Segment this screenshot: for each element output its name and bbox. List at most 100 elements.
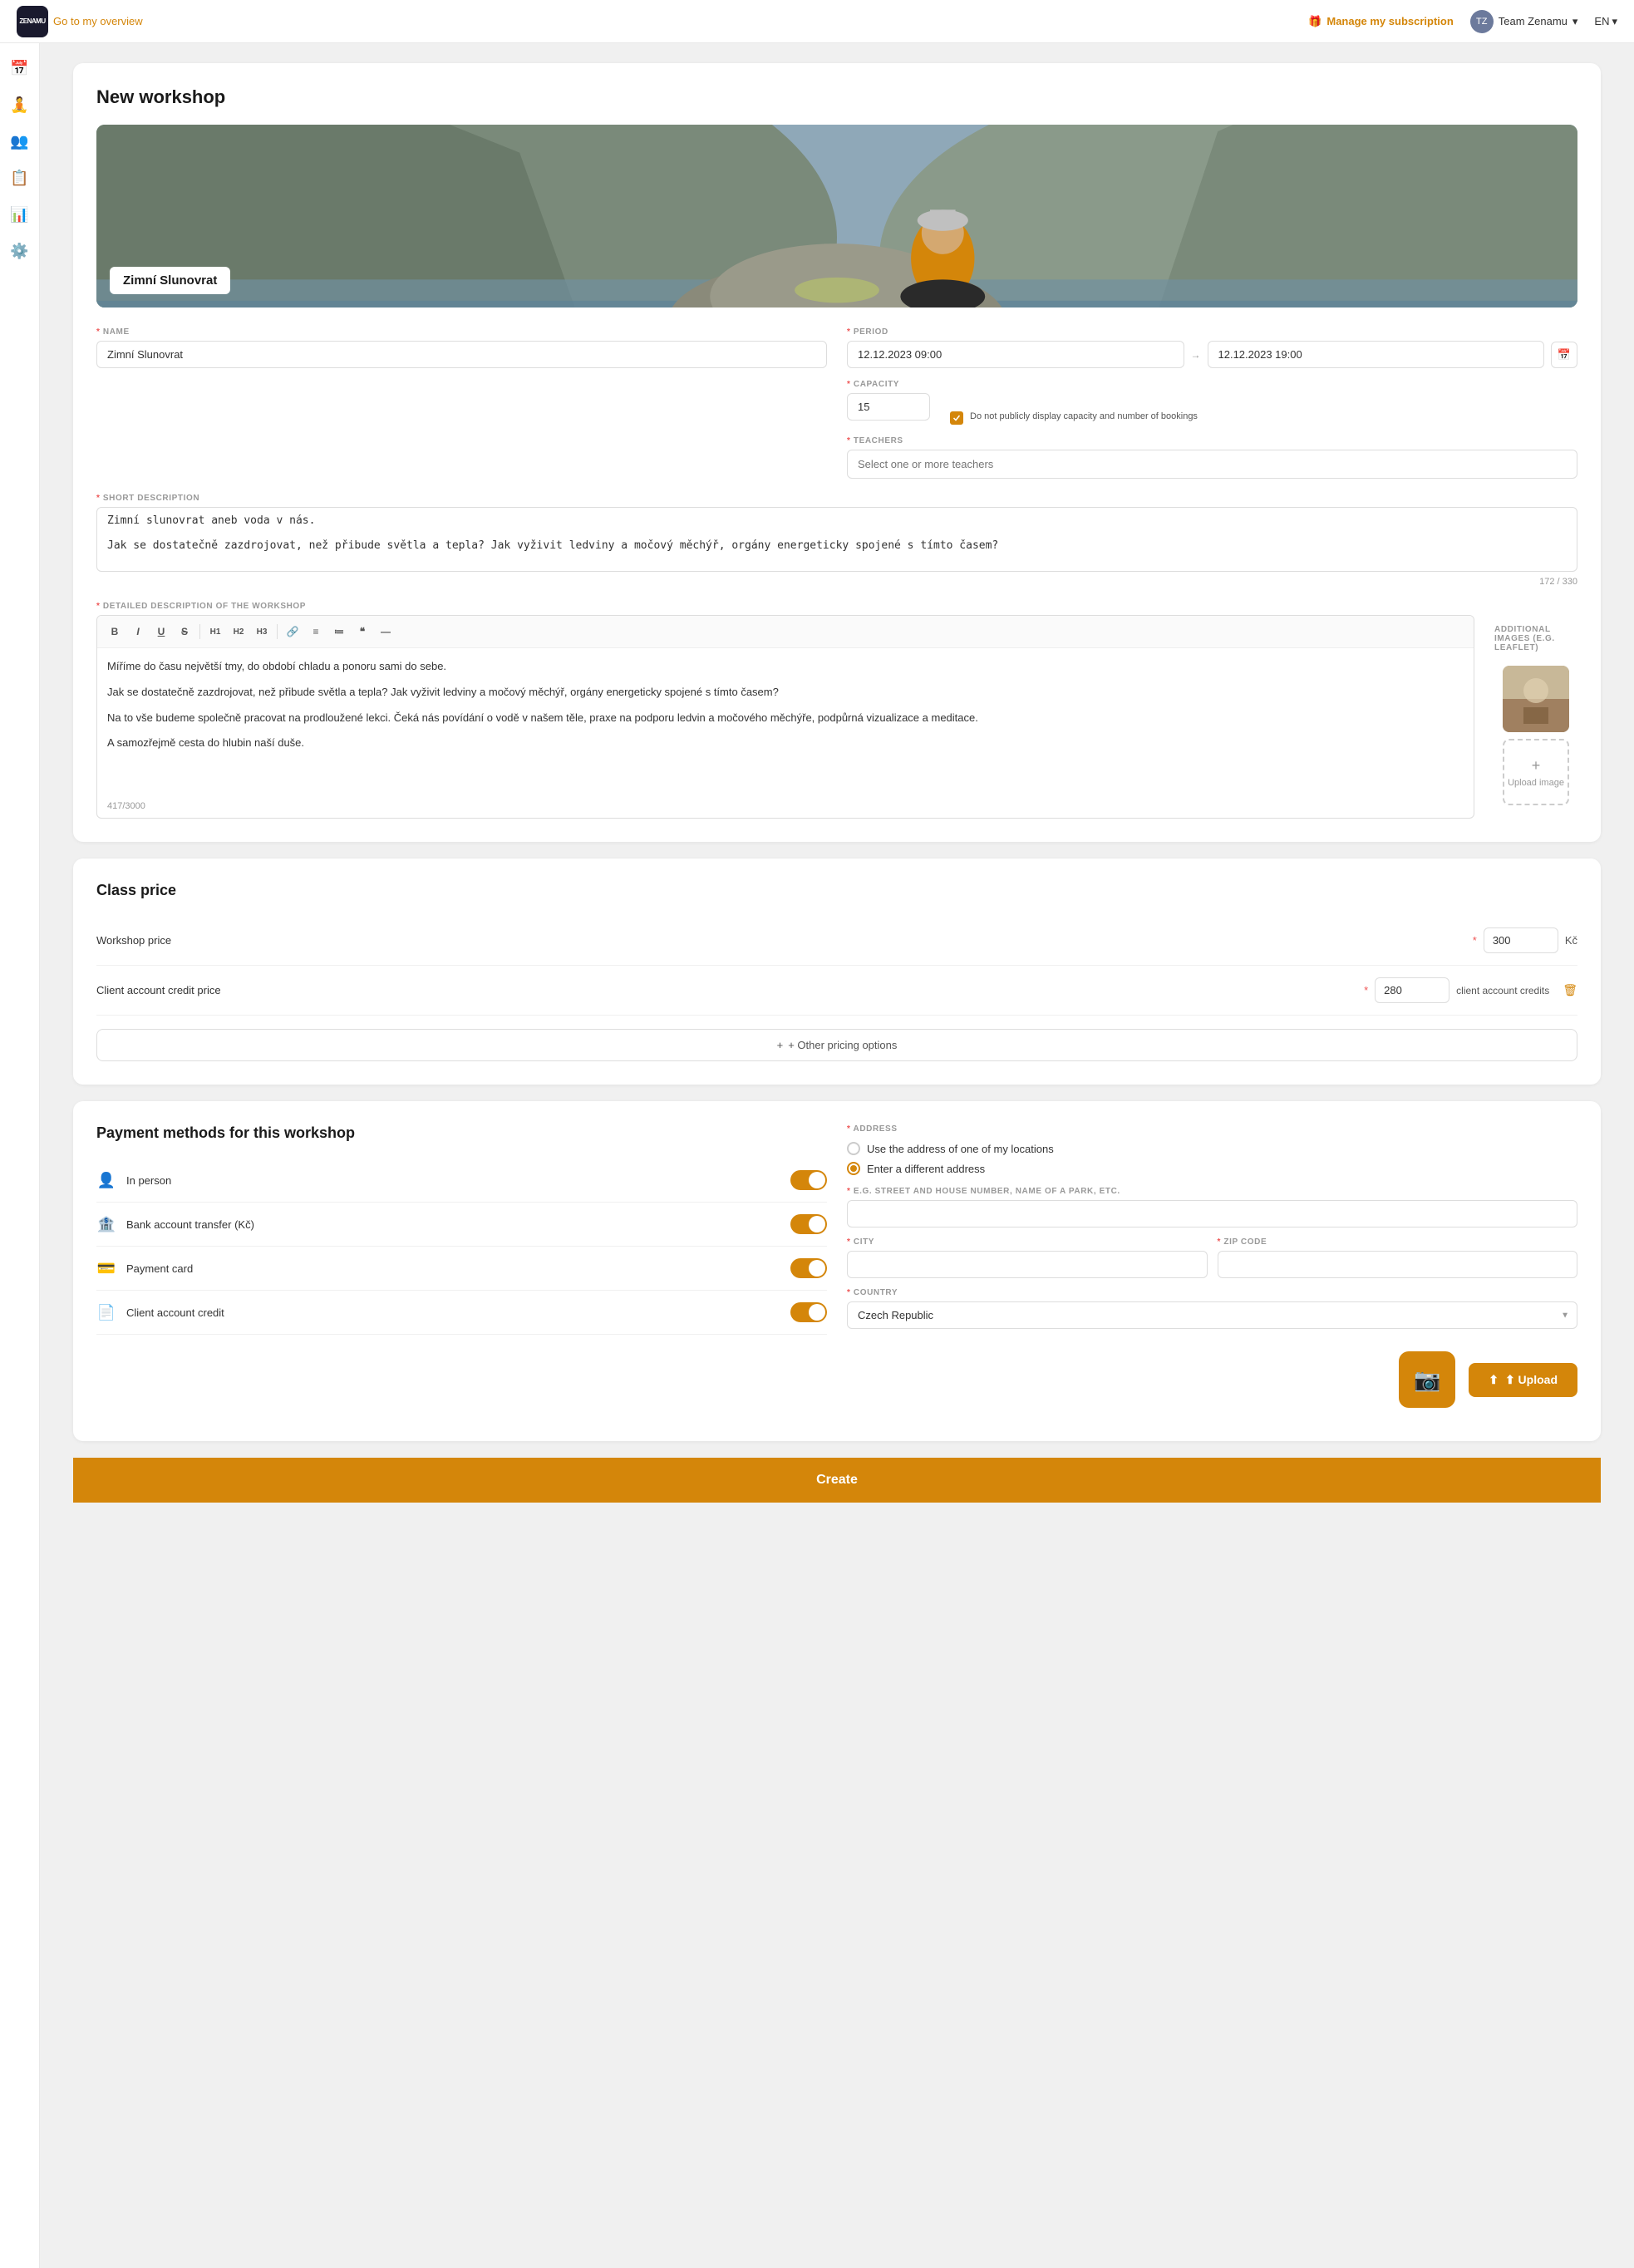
rte-body[interactable]: Míříme do času největší tmy, do období c…: [97, 648, 1474, 798]
rte-hr-button[interactable]: —: [375, 621, 396, 642]
payment-method-bank-transfer: 🏦 Bank account transfer (Kč): [96, 1203, 827, 1247]
workshop-price-input[interactable]: [1484, 927, 1558, 953]
city-zip-row: * CITY * ZIP CODE: [847, 1237, 1577, 1278]
sidebar-item-users[interactable]: 👥: [5, 126, 35, 156]
upload-image-button[interactable]: + Upload image: [1503, 739, 1569, 805]
short-desc-group: * SHORT DESCRIPTION Zimní slunovrat aneb…: [96, 494, 1577, 587]
team-menu-button[interactable]: TZ Team Zenamu ▾: [1470, 10, 1578, 33]
capacity-label: * CAPACITY: [847, 380, 930, 389]
lang-chevron-icon: ▾: [1612, 15, 1617, 28]
teachers-group: * TEACHERS: [847, 436, 1577, 479]
street-field-group: * E.G. STREET AND HOUSE NUMBER, NAME OF …: [847, 1187, 1577, 1227]
language-menu-button[interactable]: EN ▾: [1594, 15, 1617, 28]
rte-italic-button[interactable]: I: [127, 621, 149, 642]
page-title: New workshop: [96, 86, 1577, 108]
upload-button[interactable]: ⬆ ⬆ Upload: [1469, 1363, 1577, 1397]
calendar-picker-button[interactable]: 📅: [1551, 342, 1577, 368]
payment-methods-title: Payment methods for this workshop: [96, 1124, 827, 1142]
address-radio-group: Use the address of one of my locations E…: [847, 1142, 1577, 1175]
capacity-input[interactable]: [847, 393, 930, 421]
capacity-checkbox[interactable]: [950, 411, 963, 425]
account-credit-toggle[interactable]: [790, 1302, 827, 1322]
short-desc-textarea[interactable]: Zimní slunovrat aneb voda v nás. Jak se …: [96, 507, 1577, 572]
bottom-action-row: 📷 ⬆ ⬆ Upload: [96, 1351, 1577, 1418]
city-input[interactable]: [847, 1251, 1208, 1278]
credit-price-row: Client account credit price * client acc…: [96, 966, 1577, 1016]
credit-price-label: Client account credit price: [96, 984, 1364, 996]
in-person-toggle[interactable]: [790, 1170, 827, 1190]
detail-desc-section: * DETAILED DESCRIPTION OF THE WORKSHOP B…: [96, 602, 1577, 819]
camera-button[interactable]: 📷: [1399, 1351, 1455, 1408]
period-label: * PERIOD: [847, 327, 1577, 337]
go-to-overview-link[interactable]: Go to my overview: [53, 15, 143, 27]
capacity-checkbox-row: Do not publicly display capacity and num…: [950, 411, 1577, 425]
bank-transfer-toggle[interactable]: [790, 1214, 827, 1234]
country-field-group: * COUNTRY Czech Republic Slovakia German…: [847, 1288, 1577, 1329]
payment-address-card: Payment methods for this workshop 👤 In p…: [73, 1101, 1601, 1441]
image-thumbnail-1[interactable]: [1503, 666, 1569, 732]
zip-input[interactable]: [1218, 1251, 1578, 1278]
additional-images-section: ADDITIONAL IMAGES (E.G. LEAFLET): [1494, 602, 1577, 819]
credit-price-delete-button[interactable]: 🗑: [1563, 983, 1577, 997]
payment-card-icon: 💳: [96, 1260, 116, 1277]
manage-subscription-link[interactable]: 🎁 Manage my subscription: [1308, 15, 1454, 28]
rte-h2-button[interactable]: H2: [228, 621, 249, 642]
sidebar-item-settings[interactable]: ⚙️: [5, 236, 35, 266]
address-radio-different[interactable]: Enter a different address: [847, 1162, 1577, 1175]
sidebar-item-calendar[interactable]: 📅: [5, 53, 35, 83]
city-field-group: * CITY: [847, 1237, 1208, 1278]
other-pricing-button[interactable]: + + Other pricing options: [96, 1029, 1577, 1061]
camera-icon: 📷: [1414, 1367, 1440, 1393]
workshop-price-row: Workshop price * Kč: [96, 916, 1577, 966]
rte-strikethrough-button[interactable]: S: [174, 621, 195, 642]
period-field-group: * PERIOD → 📅 * CAPACITY: [847, 327, 1577, 479]
short-desc-label: * SHORT DESCRIPTION: [96, 494, 1577, 503]
class-price-title: Class price: [96, 882, 1577, 899]
period-start-input[interactable]: [847, 341, 1184, 368]
rte-bullet-list-button[interactable]: ≡: [305, 621, 327, 642]
teachers-input[interactable]: [847, 450, 1577, 479]
logo-icon: ZENAMU: [17, 6, 48, 37]
rte-h1-button[interactable]: H1: [204, 621, 226, 642]
period-end-input[interactable]: [1208, 341, 1545, 368]
sidebar-item-yoga[interactable]: 🧘: [5, 90, 35, 120]
upload-icon: ⬆: [1489, 1373, 1499, 1387]
rich-text-editor: B I U S H1 H2 H3 🔗 ≡ ≔ ❝ —: [96, 615, 1474, 819]
upload-image-label: Upload image: [1508, 778, 1564, 788]
country-select-wrapper: Czech Republic Slovakia Germany Austria …: [847, 1301, 1577, 1329]
bank-transfer-icon: 🏦: [96, 1216, 116, 1233]
rte-ordered-list-button[interactable]: ≔: [328, 621, 350, 642]
payment-card-toggle[interactable]: [790, 1258, 827, 1278]
class-price-card: Class price Workshop price * Kč Client a…: [73, 858, 1601, 1085]
credit-price-input[interactable]: [1375, 977, 1449, 1003]
capacity-checkbox-group: Do not publicly display capacity and num…: [950, 380, 1577, 425]
rte-underline-button[interactable]: U: [150, 621, 172, 642]
workshop-price-currency: Kč: [1565, 934, 1577, 947]
rte-blockquote-button[interactable]: ❝: [352, 621, 373, 642]
short-desc-char-count: 172 / 330: [96, 577, 1577, 587]
in-person-label: In person: [126, 1174, 780, 1187]
detail-desc-char-count: 417/3000: [97, 798, 1474, 818]
city-label: * CITY: [847, 1237, 1208, 1247]
street-input[interactable]: [847, 1200, 1577, 1227]
sidebar-item-notes[interactable]: 📋: [5, 163, 35, 193]
payment-method-in-person: 👤 In person: [96, 1159, 827, 1203]
create-button[interactable]: Create: [88, 1473, 1586, 1488]
plus-icon: +: [1532, 757, 1541, 775]
rte-h3-button[interactable]: H3: [251, 621, 273, 642]
credit-price-currency: client account credits: [1456, 985, 1549, 996]
workshop-price-input-group: Kč: [1484, 927, 1577, 953]
sidebar-item-charts[interactable]: 📊: [5, 199, 35, 229]
rte-bold-button[interactable]: B: [104, 621, 126, 642]
address-radio-locations[interactable]: Use the address of one of my locations: [847, 1142, 1577, 1155]
payment-method-card: 💳 Payment card: [96, 1247, 827, 1291]
hero-image: [96, 125, 1577, 307]
detail-desc-label: * DETAILED DESCRIPTION OF THE WORKSHOP: [96, 602, 1474, 611]
subscription-icon: 🎁: [1308, 15, 1321, 28]
name-input[interactable]: [96, 341, 827, 368]
country-select[interactable]: Czech Republic Slovakia Germany Austria …: [847, 1301, 1577, 1329]
rte-link-button[interactable]: 🔗: [282, 621, 303, 642]
team-avatar: TZ: [1470, 10, 1494, 33]
create-bar: Create: [73, 1458, 1601, 1503]
capacity-checkbox-label: Do not publicly display capacity and num…: [970, 411, 1198, 423]
